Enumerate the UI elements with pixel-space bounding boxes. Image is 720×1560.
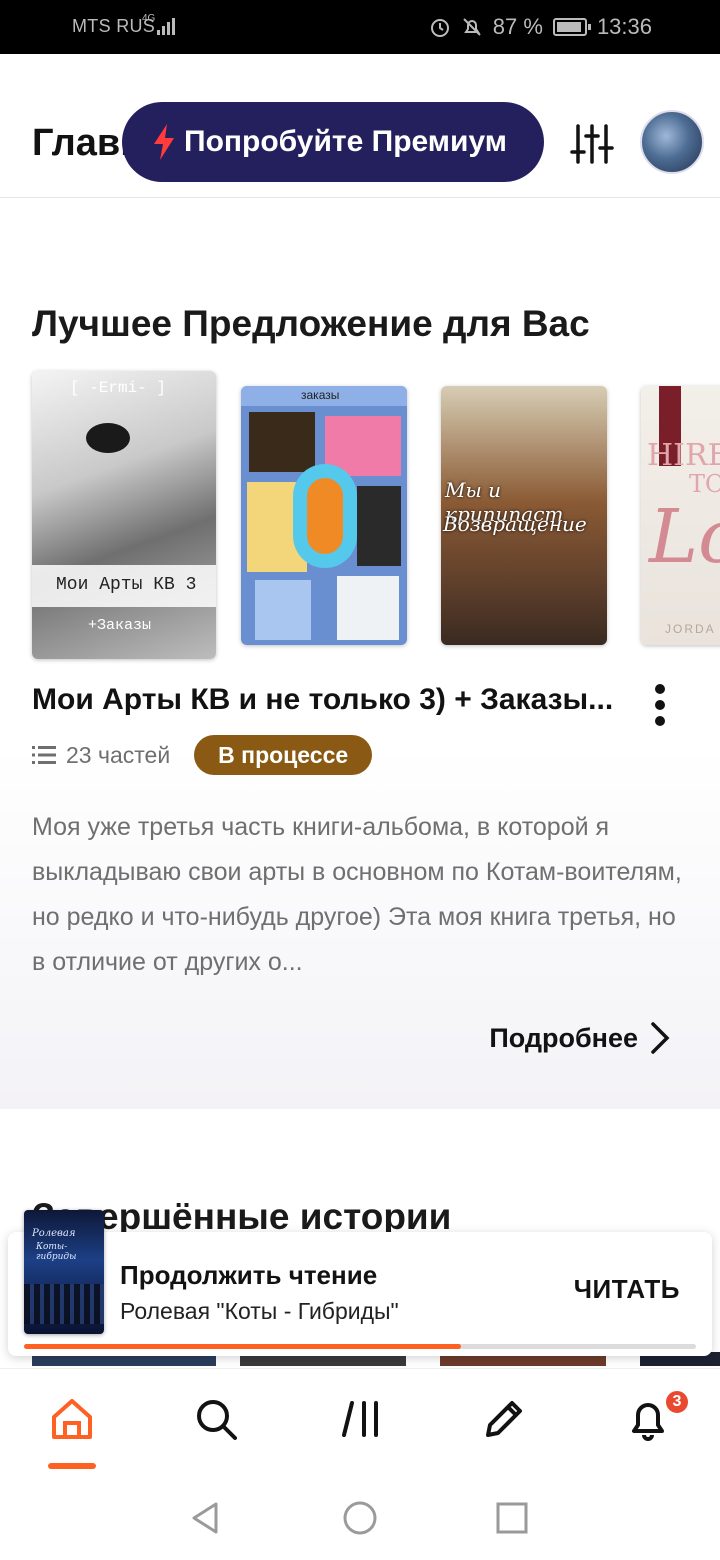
cover-title: HIRE bbox=[647, 438, 720, 473]
search-icon bbox=[197, 1400, 237, 1440]
continue-reading-label: Продолжить чтение bbox=[120, 1260, 378, 1290]
nav-active-indicator bbox=[48, 1463, 96, 1469]
story-title[interactable]: Мои Арты КВ и не только 3) + Заказы... bbox=[32, 683, 632, 717]
cover-art-block bbox=[357, 486, 401, 566]
alarm-icon bbox=[430, 19, 449, 37]
premium-label: Попробуйте Премиум bbox=[184, 125, 507, 158]
read-more-label: Подробнее bbox=[489, 1022, 638, 1053]
nav-home[interactable] bbox=[48, 1395, 96, 1443]
network-type: 4G bbox=[142, 13, 156, 24]
cover-carousel[interactable]: [ -Ermi- ] Мои Арты КВ 3 +Заказы заказы … bbox=[0, 371, 720, 661]
cover-title: заказы bbox=[301, 388, 340, 402]
continue-reading-card[interactable]: Ролевая Коты-гибриды Продолжить чтение Р… bbox=[8, 1210, 712, 1356]
continue-story-title: Ролевая "Коты - Гибриды" bbox=[120, 1298, 399, 1324]
read-more-link[interactable]: Подробнее bbox=[489, 1021, 670, 1055]
section-title-best-offer: Лучшее Предложение для Вас bbox=[32, 303, 590, 344]
filter-sliders-icon[interactable] bbox=[570, 124, 614, 164]
nav-write[interactable] bbox=[480, 1395, 528, 1443]
cover-art-block bbox=[255, 580, 311, 640]
status-badge: В процессе bbox=[194, 735, 373, 775]
nav-search[interactable] bbox=[192, 1395, 240, 1443]
battery-icon bbox=[552, 18, 591, 36]
description-text: Моя уже третья часть книги-альбома, в ко… bbox=[32, 813, 682, 976]
status-bar: MTS RUS 4G 87 % 13:36 bbox=[0, 0, 720, 54]
nav-library[interactable] bbox=[336, 1395, 384, 1443]
cover-subtitle: Возвращение bbox=[443, 512, 587, 536]
write-icon bbox=[486, 1401, 522, 1437]
signal-icon bbox=[157, 18, 175, 35]
read-button[interactable]: ЧИТАТЬ bbox=[574, 1274, 680, 1305]
cover-art-block bbox=[337, 576, 399, 640]
reading-progress bbox=[24, 1344, 696, 1349]
mute-bell-icon bbox=[463, 18, 481, 36]
recents-icon[interactable] bbox=[494, 1500, 530, 1536]
book-cover[interactable]: HIRE TO Lo JORDA bbox=[641, 386, 720, 645]
cover-art-trees bbox=[24, 1284, 104, 1324]
status-right: 87 % 13:36 bbox=[429, 14, 652, 40]
system-nav-bar bbox=[0, 1472, 720, 1560]
cover-author: JORDA bbox=[665, 622, 716, 636]
clock: 13:36 bbox=[596, 14, 652, 39]
cover-top-text: [ -Ermi- ] bbox=[70, 379, 167, 397]
book-cover[interactable]: заказы bbox=[241, 386, 407, 645]
reading-progress-fill bbox=[24, 1344, 461, 1349]
avatar[interactable] bbox=[640, 110, 704, 174]
parts-count: 23 частей bbox=[66, 741, 171, 768]
cover-art-cat-eye bbox=[86, 423, 130, 453]
notification-count-badge: 3 bbox=[664, 1389, 690, 1415]
back-icon[interactable] bbox=[188, 1500, 224, 1536]
library-icon bbox=[342, 1401, 378, 1437]
cover-title-3: Lo bbox=[649, 494, 720, 580]
home-icon bbox=[52, 1399, 92, 1439]
book-cover[interactable]: Мы и крипипаст Возвращение bbox=[441, 386, 607, 645]
app-screen: MTS RUS 4G 87 % 13:36 Главн Попробуйте П… bbox=[0, 0, 720, 1560]
continue-cover[interactable]: Ролевая Коты-гибриды bbox=[24, 1210, 104, 1334]
bottom-nav: 3 bbox=[0, 1368, 720, 1472]
app-header: Главн Попробуйте Премиум bbox=[0, 54, 720, 198]
try-premium-button[interactable]: Попробуйте Премиум bbox=[122, 102, 544, 182]
cover-art-block bbox=[307, 478, 343, 554]
more-options-icon[interactable] bbox=[646, 683, 674, 727]
cover-title: Ролевая bbox=[32, 1228, 76, 1239]
cover-art-block bbox=[249, 412, 315, 472]
cover-subtitle: +Заказы bbox=[88, 617, 152, 634]
chevron-right-icon bbox=[651, 1022, 670, 1054]
battery-percent: 87 % bbox=[492, 14, 543, 39]
book-cover[interactable]: [ -Ermi- ] Мои Арты КВ 3 +Заказы bbox=[32, 371, 216, 659]
cover-subtitle: Коты-гибриды bbox=[36, 1242, 77, 1262]
featured-section: Лучшее Предложение для Вас [ -Ermi- ] Мо… bbox=[0, 199, 720, 1109]
story-meta: 23 частей В процессе bbox=[32, 735, 373, 775]
lightning-icon bbox=[154, 124, 174, 160]
list-icon bbox=[32, 746, 56, 764]
story-description: Моя уже третья часть книги-альбома, в ко… bbox=[32, 805, 682, 985]
home-system-icon[interactable] bbox=[342, 1500, 378, 1536]
cover-title: Мои Арты КВ 3 bbox=[56, 575, 197, 595]
